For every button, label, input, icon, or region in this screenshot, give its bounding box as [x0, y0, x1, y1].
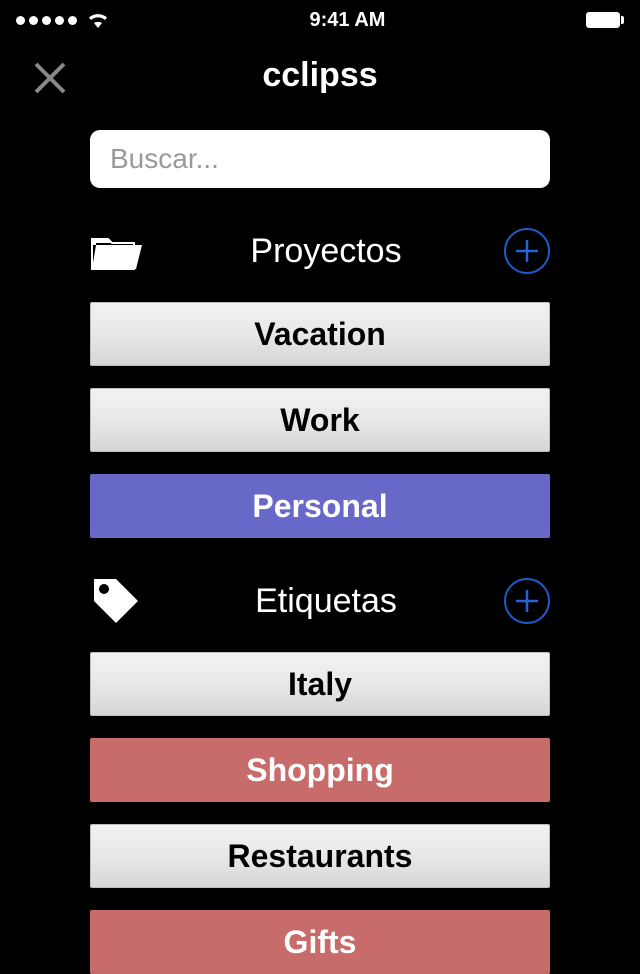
tag-item-shopping[interactable]: Shopping	[90, 738, 550, 802]
close-button[interactable]	[30, 58, 70, 98]
status-left	[16, 12, 109, 28]
item-label: Personal	[252, 488, 387, 525]
tag-icon	[90, 575, 148, 627]
item-label: Shopping	[246, 752, 394, 789]
status-time: 9:41 AM	[310, 9, 386, 32]
wifi-icon	[87, 12, 109, 28]
project-item-work[interactable]: Work	[90, 388, 550, 452]
item-label: Gifts	[284, 924, 357, 961]
project-item-personal[interactable]: Personal	[90, 474, 550, 538]
signal-dots-icon	[16, 16, 77, 25]
tags-title: Etiquetas	[148, 582, 504, 621]
battery-icon	[586, 12, 624, 28]
item-label: Italy	[288, 666, 352, 703]
tag-item-italy[interactable]: Italy	[90, 652, 550, 716]
add-tag-button[interactable]	[504, 578, 550, 624]
header: cclipss	[0, 40, 640, 110]
projects-section-header: Proyectos	[90, 224, 550, 278]
tag-item-gifts[interactable]: Gifts	[90, 910, 550, 974]
tag-item-restaurants[interactable]: Restaurants	[90, 824, 550, 888]
item-label: Work	[280, 402, 359, 439]
projects-title: Proyectos	[148, 232, 504, 271]
tags-section-header: Etiquetas	[90, 574, 550, 628]
add-project-button[interactable]	[504, 228, 550, 274]
status-bar: 9:41 AM	[0, 0, 640, 40]
plus-icon	[513, 237, 541, 265]
page-title: cclipss	[0, 56, 640, 95]
item-label: Vacation	[254, 316, 386, 353]
close-icon	[32, 60, 68, 96]
search-input[interactable]	[90, 130, 550, 188]
project-item-vacation[interactable]: Vacation	[90, 302, 550, 366]
item-label: Restaurants	[228, 838, 413, 875]
folder-icon	[90, 229, 148, 273]
plus-icon	[513, 587, 541, 615]
